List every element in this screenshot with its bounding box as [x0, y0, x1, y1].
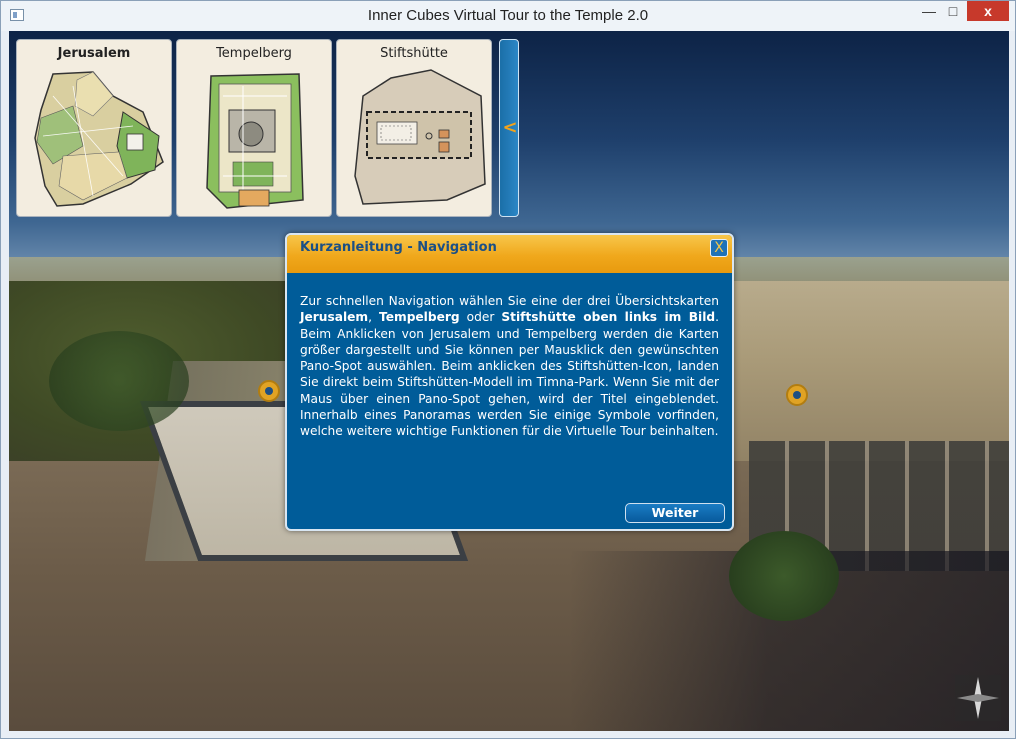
pano-spot-icon[interactable] [258, 380, 280, 402]
dialog-title: Kurzanleitung - Navigation [300, 240, 497, 255]
body-bold-tempelberg: Tempelberg [379, 310, 460, 325]
close-window-button[interactable]: x [967, 1, 1009, 21]
panorama-tree [729, 531, 839, 621]
body-bold-jerusalem: Jerusalem [300, 310, 369, 325]
body-text: Zur schnellen Navigation wählen Sie eine… [300, 294, 719, 308]
map-card-label: Jerusalem [57, 46, 131, 61]
body-text: oder [459, 310, 502, 325]
tempelberg-map-icon [206, 73, 304, 209]
stiftshuette-map-icon [354, 69, 486, 205]
title-bar[interactable]: Inner Cubes Virtual Tour to the Temple 2… [1, 1, 1015, 31]
maximize-button[interactable]: □ [939, 1, 967, 21]
jerusalem-map-icon [34, 71, 164, 207]
pano-spot-icon[interactable] [786, 384, 808, 406]
map-card-label: Stiftshütte [380, 46, 448, 61]
map-panel-toggle[interactable]: < [499, 39, 519, 217]
map-card-label: Tempelberg [216, 46, 292, 61]
body-bold-stiftshuette: Stiftshütte oben links im Bild [501, 310, 716, 325]
chevron-left-icon: < [502, 117, 518, 138]
app-window: Inner Cubes Virtual Tour to the Temple 2… [0, 0, 1016, 739]
compass-icon[interactable] [953, 673, 1003, 723]
navigation-help-dialog: Kurzanleitung - Navigation X Zur schnell… [285, 233, 734, 531]
panorama-tree [49, 331, 189, 431]
body-text: , [368, 310, 380, 325]
weiter-button[interactable]: Weiter [625, 503, 725, 523]
map-card-jerusalem[interactable]: Jerusalem [16, 39, 172, 217]
map-card-stiftshuette[interactable]: Stiftshütte [336, 39, 492, 217]
dialog-body-text: Zur schnellen Navigation wählen Sie eine… [300, 293, 719, 440]
dialog-header: Kurzanleitung - Navigation X [287, 235, 732, 273]
body-text: . Beim Anklicken von Jerusalem und Tempe… [300, 310, 719, 439]
window-title: Inner Cubes Virtual Tour to the Temple 2… [367, 7, 649, 24]
map-card-tempelberg[interactable]: Tempelberg [176, 39, 332, 217]
close-icon[interactable]: X [710, 239, 728, 257]
